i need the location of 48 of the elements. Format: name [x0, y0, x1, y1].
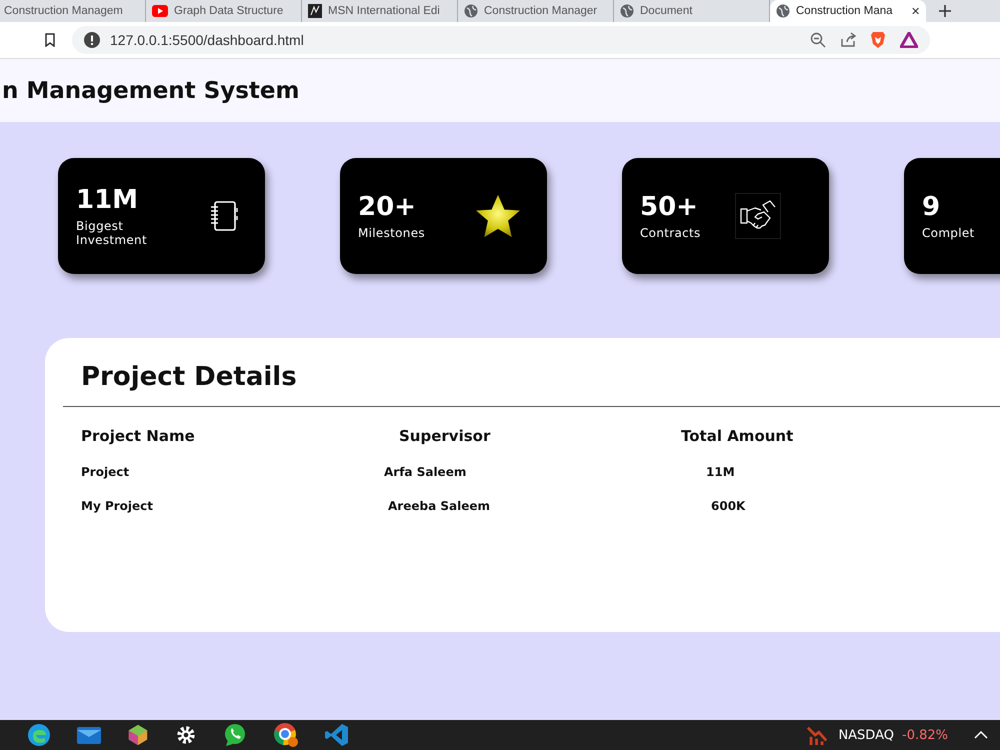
chat-icon[interactable] — [223, 723, 247, 747]
handshake-icon — [735, 193, 781, 239]
bookmark-icon[interactable] — [44, 33, 56, 47]
table-cell-text: Areeba Saleem — [388, 499, 491, 513]
stat-value: 11M — [76, 185, 140, 215]
chrome-icon[interactable] — [273, 722, 299, 748]
stat-label: Complet — [922, 226, 976, 240]
share-icon[interactable] — [840, 32, 856, 48]
stat-label: Milestones — [358, 226, 426, 240]
play-icon — [152, 5, 168, 17]
code-editor-icon[interactable] — [325, 723, 349, 747]
stat-label: Contracts — [640, 226, 702, 240]
browser-icon[interactable] — [27, 723, 51, 747]
stat-value: 9 — [922, 192, 942, 222]
close-icon[interactable]: ✕ — [911, 4, 920, 18]
stat-value: 50+ — [640, 192, 699, 222]
table-cell-text: Project — [81, 465, 130, 479]
settings-icon[interactable] — [175, 724, 197, 746]
column-header: Project Name — [81, 427, 196, 445]
stock-change: -0.82% — [902, 728, 948, 742]
column-header: Total Amount — [681, 427, 794, 445]
shield-icon[interactable] — [870, 31, 886, 49]
chart-down-icon[interactable] — [806, 724, 828, 746]
globe-icon — [776, 4, 790, 18]
star-icon — [475, 194, 521, 238]
table-cell-text: 11M — [706, 465, 736, 479]
table-cell-text: 600K — [711, 499, 746, 513]
table-cell-text: My Project — [81, 499, 154, 513]
cube-icon[interactable] — [127, 724, 149, 746]
caret-icon[interactable] — [974, 731, 988, 739]
info-icon — [84, 32, 100, 48]
address-field[interactable]: 127.0.0.1:5500/dashboard.html — [72, 26, 930, 54]
stat-value: 20+ — [358, 192, 417, 222]
stat-label: Biggest Investment — [76, 219, 148, 247]
new-tab-icon[interactable] — [938, 4, 952, 18]
zoom-icon[interactable] — [810, 32, 826, 48]
app-title: n Management System — [2, 78, 300, 104]
column-header: Supervisor — [399, 427, 492, 445]
browser-tab[interactable]: Construction Mana ✕ — [770, 0, 926, 22]
globe-icon — [464, 4, 478, 18]
panel-title: Project Details — [81, 362, 298, 392]
table-cell-text: Arfa Saleem — [384, 465, 468, 479]
mail-icon[interactable] — [77, 725, 101, 745]
stock-ticker: NASDAQ — [838, 728, 894, 742]
notebook-icon — [209, 200, 239, 232]
triangle-icon[interactable] — [900, 32, 918, 48]
page-icon — [308, 4, 322, 18]
globe-icon — [620, 4, 634, 18]
